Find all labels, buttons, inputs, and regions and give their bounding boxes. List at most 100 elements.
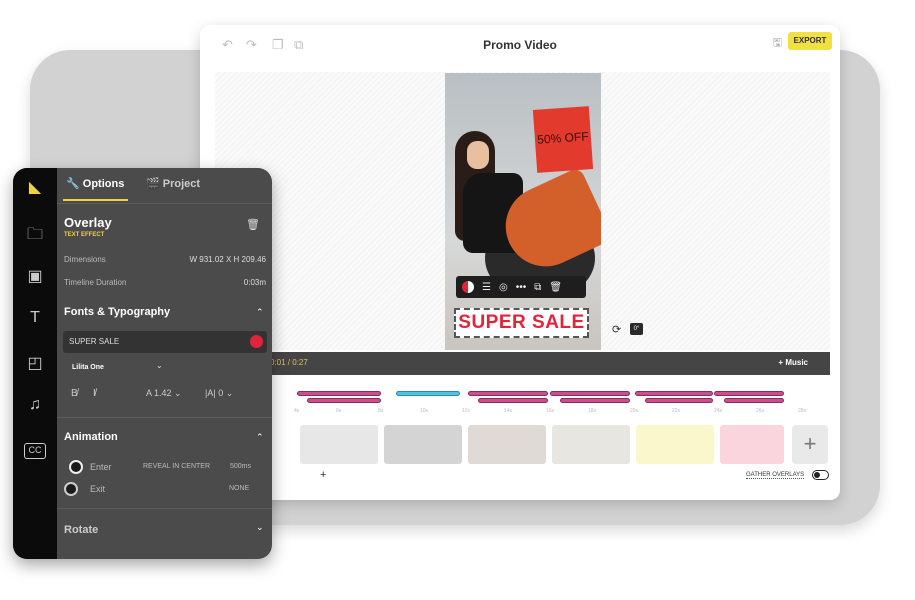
bold-icon[interactable]: B̸ <box>71 388 78 399</box>
overlay-track-bar[interactable] <box>724 398 784 403</box>
ruler-tick-label: 10s <box>420 408 429 414</box>
overlay-track-bar[interactable] <box>714 391 784 396</box>
overlay-track-bar[interactable] <box>396 391 460 396</box>
clip-thumbnail[interactable] <box>300 425 378 464</box>
rotation-value[interactable]: 0° <box>630 323 643 335</box>
text-input[interactable]: SUPER SALE <box>63 331 267 353</box>
ruler-tick-label: 26s <box>756 408 765 414</box>
clapper-icon: 🎬 <box>146 178 163 190</box>
wrench-icon: 🔧 <box>66 178 83 190</box>
enter-duration-select[interactable]: 500ms <box>230 463 251 470</box>
ruler-tick-label: 8s <box>378 408 384 414</box>
clip-thumbnail[interactable] <box>384 425 462 464</box>
tab-options[interactable]: 🔧 Options <box>66 177 124 190</box>
exit-effect-select[interactable]: NONE <box>229 485 249 492</box>
overlay-track-bar[interactable] <box>307 398 381 403</box>
save-icon[interactable]: 🖫 <box>773 34 782 53</box>
rotate-icon[interactable]: ⟳ <box>612 323 621 336</box>
ruler-tick-label: 12s <box>462 408 471 414</box>
font-select[interactable]: Lilita One <box>72 364 104 371</box>
exit-label: Exit <box>90 484 106 494</box>
align-icon[interactable]: ☰ <box>482 282 491 293</box>
gather-overlays-label: GATHER OVERLAYS <box>746 472 805 479</box>
shapes-icon[interactable]: ◰ <box>24 353 46 375</box>
export-button[interactable]: EXPORT <box>788 32 832 50</box>
divider <box>57 417 272 418</box>
shopping-bag: 50% OFF <box>532 106 594 173</box>
clip-thumbnail[interactable] <box>720 425 784 464</box>
chevron-down-icon[interactable]: ⌄ <box>256 522 264 533</box>
overlay-track-bar[interactable] <box>645 398 713 403</box>
ruler-tick-label: 14s <box>504 408 513 414</box>
gather-overlays-toggle[interactable] <box>812 470 829 480</box>
ruler-tick-label: 6s <box>336 408 342 414</box>
enter-label: Enter <box>90 462 112 472</box>
trash-icon[interactable]: 🗑 <box>246 218 260 231</box>
divider <box>57 203 272 204</box>
overlay-title: Overlay <box>64 215 112 230</box>
tab-label: Options <box>82 178 125 190</box>
overlay-track-bar[interactable] <box>635 391 713 396</box>
clip-thumbnail[interactable] <box>552 425 630 464</box>
overlay-track-bar[interactable] <box>560 398 630 403</box>
overlay-subtitle: TEXT EFFECT <box>64 232 105 238</box>
text-icon[interactable]: T <box>24 309 46 331</box>
music-icon[interactable]: ♫ <box>24 396 46 418</box>
options-panel: ◣ 🗀 ▣ T ◰ ♫ CC 🔧 Options 🎬 Project Overl… <box>13 168 272 559</box>
exit-toggle[interactable] <box>64 482 78 496</box>
ruler-tick-label: 20s <box>630 408 639 414</box>
text-color-swatch[interactable] <box>250 335 263 348</box>
duplicate-icon[interactable]: ⧉ <box>534 282 541 293</box>
enter-effect-select[interactable]: REVEAL IN CENTER <box>143 463 210 470</box>
overlay-toolbar: ☰ ◎ ••• ⧉ 🗑 <box>456 276 586 298</box>
letter-spacing-value: 0 <box>218 388 224 398</box>
overlay-track-bar[interactable] <box>468 391 548 396</box>
clip-thumbnail[interactable] <box>468 425 546 464</box>
media-icon[interactable]: ▣ <box>24 266 46 288</box>
fonts-section-title[interactable]: Fonts & Typography <box>64 306 170 318</box>
chevron-up-icon[interactable]: ⌃ <box>256 307 264 318</box>
divider <box>57 508 272 509</box>
duration-label: Timeline Duration <box>64 278 127 287</box>
rotate-section-title[interactable]: Rotate <box>64 524 98 536</box>
text-value: SUPER SALE <box>69 337 120 346</box>
active-tab-indicator <box>63 199 128 201</box>
overlay-track-bar[interactable] <box>478 398 548 403</box>
color-icon[interactable] <box>462 281 474 293</box>
trash-icon[interactable]: 🗑 <box>549 282 562 293</box>
enter-toggle[interactable] <box>69 460 83 474</box>
person-face <box>467 141 489 169</box>
ruler-tick-label: 18s <box>588 408 597 414</box>
logo-icon: ◣ <box>28 179 42 196</box>
tab-project[interactable]: 🎬 Project <box>146 177 200 190</box>
overlay-track-bar[interactable] <box>550 391 630 396</box>
animation-section-title[interactable]: Animation <box>64 431 118 443</box>
dimensions-value: W 931.02 X H 209.46 <box>189 255 267 264</box>
zoom-in-icon[interactable]: + <box>320 469 326 481</box>
chevron-down-icon[interactable]: ⌄ <box>156 361 163 370</box>
ruler-tick-label: 28s <box>798 408 807 414</box>
line-height-value: 1.42 <box>154 388 172 398</box>
overlay-track-bar[interactable] <box>297 391 381 396</box>
ruler-tick-label: 24s <box>714 408 723 414</box>
letter-spacing-control[interactable]: |A| 0 ⌄ <box>205 388 233 399</box>
ruler-tick-label: 4s <box>294 408 300 414</box>
add-music-button[interactable]: + Music <box>778 358 808 367</box>
ruler-tick-label: 16s <box>546 408 555 414</box>
folder-upload-icon[interactable]: 🗀 <box>24 223 46 245</box>
more-icon[interactable]: ••• <box>516 282 527 293</box>
project-title: Promo Video <box>483 38 557 52</box>
italic-icon[interactable]: I̸ <box>93 388 96 399</box>
chevron-up-icon[interactable]: ⌃ <box>256 432 264 443</box>
timeline-header: 0:01 / 0:27 + Music <box>260 352 830 375</box>
clip-thumbnail[interactable] <box>636 425 714 464</box>
dimensions-label: Dimensions <box>64 255 106 264</box>
editor-window: ↶ ↷ ❐ ⧉ Promo Video 🖫 EXPORT 50% OFF ☰ ◎… <box>200 25 840 500</box>
line-height-control[interactable]: A 1.42 ⌄ <box>146 388 182 399</box>
duration-value: 0:03m <box>243 278 266 287</box>
layer-icon[interactable]: ◎ <box>499 282 508 293</box>
add-clip-button[interactable]: + <box>792 425 828 464</box>
captions-icon[interactable]: CC <box>24 443 46 459</box>
super-sale-overlay[interactable]: SUPER SALE <box>454 308 589 338</box>
ruler-tick-label: 22s <box>672 408 681 414</box>
